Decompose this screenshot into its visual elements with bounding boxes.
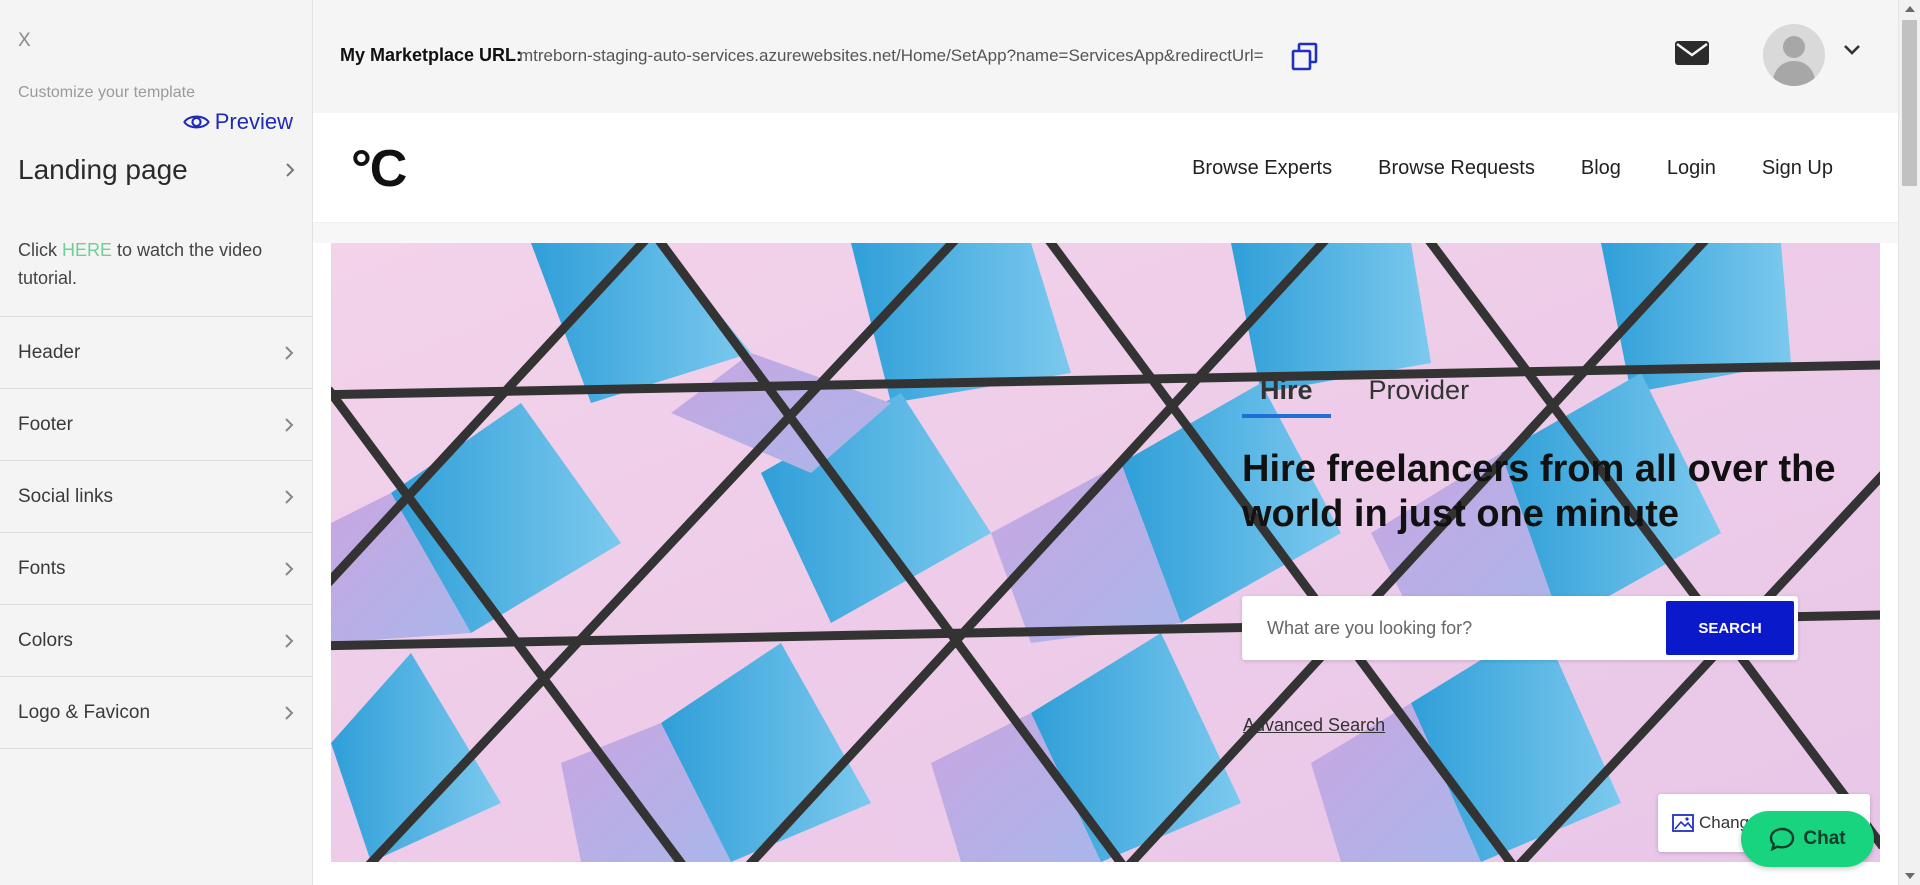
- preview-button[interactable]: Preview: [182, 109, 293, 135]
- tab-provider[interactable]: Provider: [1369, 375, 1488, 418]
- site-nav: Browse Experts Browse Requests Blog Logi…: [1192, 157, 1833, 180]
- sidebar-menu: Header Footer Social links Fonts Colors …: [0, 316, 313, 749]
- chat-bubble-icon: [1770, 827, 1795, 851]
- sidebar-item-header[interactable]: Header: [0, 317, 313, 389]
- hero-section: Hire Provider Hire freelancers from all …: [331, 243, 1880, 862]
- nav-browse-experts[interactable]: Browse Experts: [1192, 157, 1332, 180]
- video-tutorial-text: Click HERE to watch the video tutorial.: [18, 236, 288, 292]
- tutorial-prefix: Click: [18, 240, 62, 260]
- search-button[interactable]: SEARCH: [1666, 601, 1794, 655]
- nav-blog[interactable]: Blog: [1581, 157, 1621, 180]
- eye-icon: [182, 115, 210, 129]
- search-input[interactable]: [1242, 596, 1662, 660]
- nav-browse-requests[interactable]: Browse Requests: [1378, 157, 1535, 180]
- chevron-right-icon: [285, 489, 294, 504]
- copy-icon[interactable]: [1291, 42, 1319, 72]
- scroll-up-arrow-icon[interactable]: [1905, 6, 1915, 12]
- sidebar-item-label: Colors: [18, 629, 73, 651]
- landing-page-item[interactable]: Landing page: [18, 154, 295, 186]
- page-scrollbar[interactable]: [1898, 0, 1920, 885]
- nav-login[interactable]: Login: [1667, 157, 1716, 180]
- tab-hire[interactable]: Hire: [1242, 375, 1331, 418]
- marketplace-url-value: mtreborn-staging-auto-services.azurewebs…: [519, 46, 1264, 65]
- close-sidebar-button[interactable]: X: [18, 30, 31, 52]
- marketplace-url-label: My Marketplace URL:: [340, 45, 523, 65]
- hire-provider-tabs: Hire Provider: [1242, 375, 1487, 418]
- hero-search-box: SEARCH: [1242, 596, 1798, 660]
- sidebar-item-label: Social links: [18, 485, 114, 507]
- chat-button[interactable]: Chat: [1741, 811, 1874, 867]
- hero-headline: Hire freelancers from all over the world…: [1242, 448, 1836, 535]
- site-header: °C Browse Experts Browse Requests Blog L…: [313, 113, 1898, 223]
- chevron-right-icon: [285, 417, 294, 432]
- top-bar: My Marketplace URL: mtreborn-staging-aut…: [313, 0, 1898, 113]
- customize-sidebar: X Customize your template Preview Landin…: [0, 0, 313, 885]
- sidebar-item-footer[interactable]: Footer: [0, 389, 313, 461]
- sidebar-item-label: Fonts: [18, 557, 66, 579]
- landing-page-label: Landing page: [18, 154, 188, 185]
- sidebar-item-colors[interactable]: Colors: [0, 605, 313, 677]
- advanced-search-link[interactable]: Advanced Search: [1243, 715, 1385, 736]
- chevron-down-icon[interactable]: [1843, 44, 1861, 56]
- user-silhouette-icon: [1772, 36, 1816, 86]
- sidebar-item-label: Footer: [18, 413, 73, 435]
- sidebar-item-logo-favicon[interactable]: Logo & Favicon: [0, 677, 313, 749]
- chevron-right-icon: [285, 633, 294, 648]
- chevron-right-icon: [286, 163, 295, 177]
- scroll-down-arrow-icon[interactable]: [1905, 873, 1915, 879]
- image-icon: [1672, 814, 1694, 832]
- chat-label: Chat: [1803, 828, 1846, 849]
- sidebar-item-label: Header: [18, 341, 81, 363]
- site-logo[interactable]: °C: [351, 139, 407, 199]
- mail-icon[interactable]: [1674, 39, 1710, 67]
- sidebar-item-label: Logo & Favicon: [18, 701, 151, 723]
- tutorial-here-link[interactable]: HERE: [62, 240, 112, 260]
- preview-label: Preview: [214, 109, 293, 134]
- user-avatar[interactable]: [1763, 24, 1825, 86]
- sidebar-caption: Customize your template: [18, 84, 195, 101]
- chevron-right-icon: [285, 705, 294, 720]
- chevron-right-icon: [285, 345, 294, 360]
- sidebar-item-fonts[interactable]: Fonts: [0, 533, 313, 605]
- nav-sign-up[interactable]: Sign Up: [1762, 157, 1833, 180]
- header-spacer: [313, 223, 1898, 243]
- hero-background-image: [331, 243, 1880, 862]
- sidebar-item-social-links[interactable]: Social links: [0, 461, 313, 533]
- scroll-thumb[interactable]: [1902, 20, 1917, 186]
- chevron-right-icon: [285, 561, 294, 576]
